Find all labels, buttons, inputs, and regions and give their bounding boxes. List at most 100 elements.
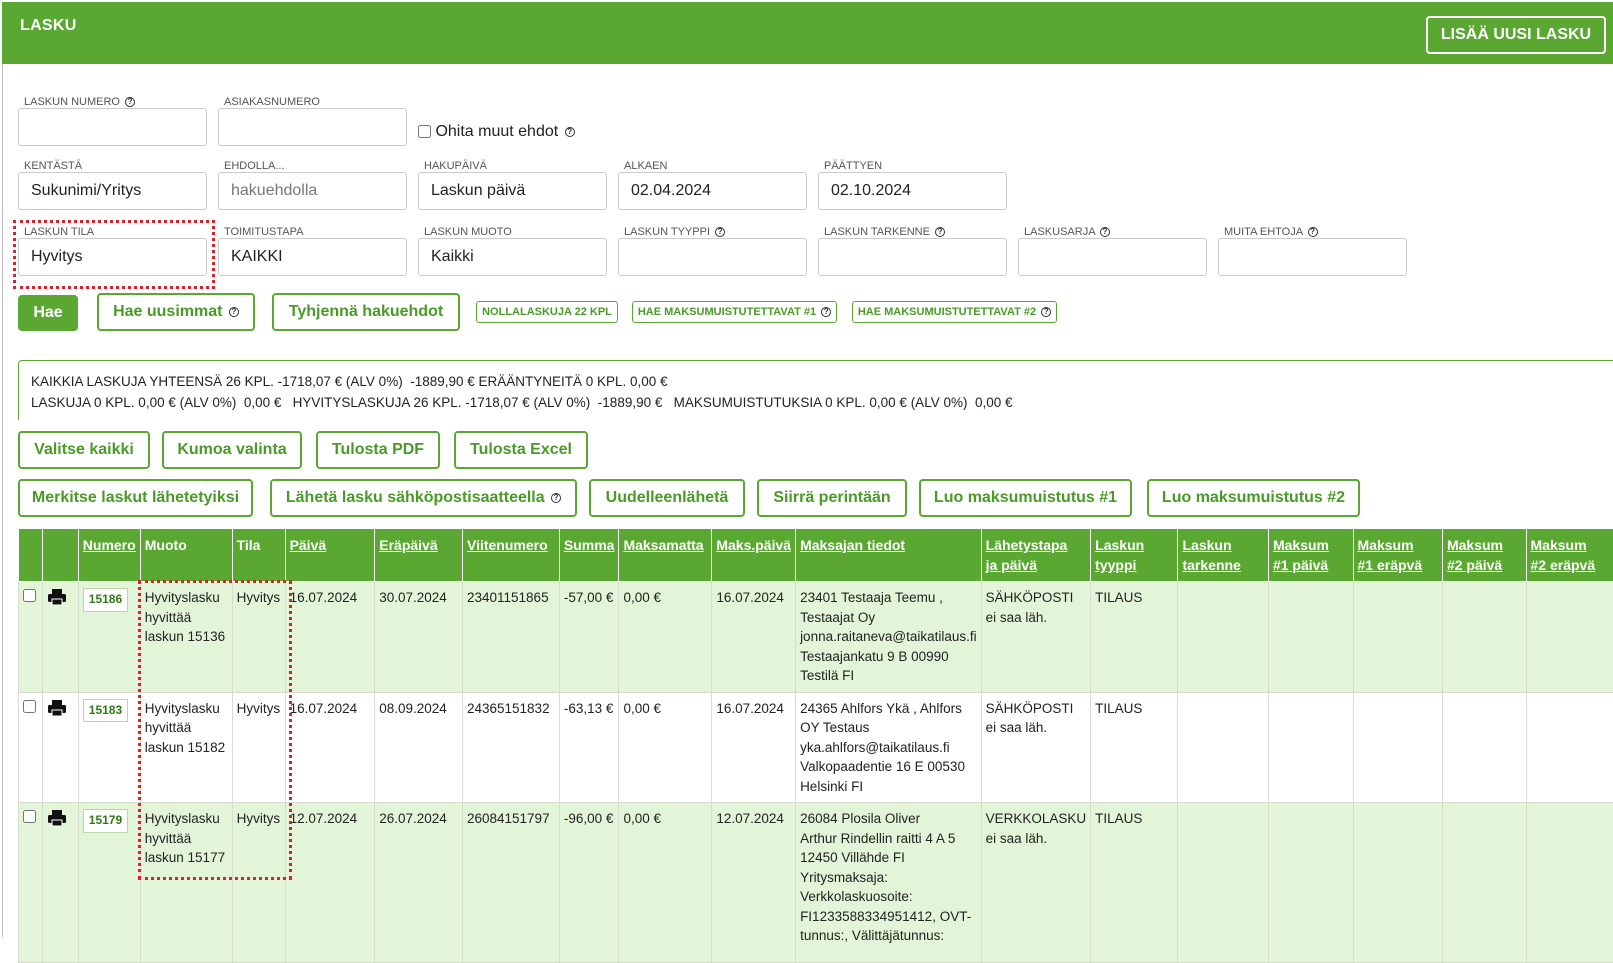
search-date-select[interactable]: Laskun päivä <box>418 172 607 210</box>
ignore-other-label: Ohita muut ehdot <box>435 123 558 140</box>
printer-icon[interactable] <box>47 699 67 717</box>
page-title: LASKU <box>20 17 77 35</box>
invoice-number-input[interactable] <box>18 108 207 146</box>
condition-label: EHDOLLA... <box>224 160 285 172</box>
send-email-button[interactable]: Lähetä lasku sähköpostisaatteella ? <box>270 479 577 517</box>
other-conditions-select[interactable] <box>1218 238 1407 276</box>
row-paiva: 12.07.2024 <box>285 803 375 963</box>
reminders-2-label: HAE MAKSUMUISTUTETTAVAT #2 <box>858 306 1036 318</box>
end-date-label: PÄÄTTYEN <box>824 160 882 172</box>
invoice-number-link[interactable]: 15183 <box>83 699 128 723</box>
row-maks-paiva: 16.07.2024 <box>712 582 796 693</box>
invoice-type-label: LASKUN TYYPPI <box>624 226 710 238</box>
row-paiva: 16.07.2024 <box>285 692 375 803</box>
reminders-1-button[interactable]: HAE MAKSUMUISTUTETTAVAT #1 ? <box>632 301 837 323</box>
field-from-field: KENTÄSTÄ Sukunimi/Yritys <box>18 160 207 210</box>
summary-line-2: LASKUJA 0 KPL. 0,00 € (ALV 0%) 0,00 € HY… <box>31 392 1605 413</box>
printer-icon[interactable] <box>47 588 67 606</box>
header-paiva[interactable]: Päivä <box>285 529 375 582</box>
other-conditions-field: MUITA EHTOJA ? <box>1218 226 1407 276</box>
invoice-series-select[interactable] <box>1018 238 1207 276</box>
header-maksamatta[interactable]: Maksamatta <box>619 529 712 582</box>
row-maksamatta: 0,00 € <box>619 692 712 803</box>
header-laskun-tarkenne[interactable]: Laskuntarkenne <box>1178 529 1268 582</box>
row-maks-paiva: 16.07.2024 <box>712 692 796 803</box>
end-date-input[interactable]: 02.10.2024 <box>818 172 1007 210</box>
header-tila: Tila <box>232 529 285 582</box>
header-summa[interactable]: Summa <box>559 529 619 582</box>
resend-button[interactable]: Uudelleenlähetä <box>589 479 745 517</box>
create-reminder-1-button[interactable]: Luo maksumuistutus #1 <box>919 479 1132 517</box>
send-to-collection-button[interactable]: Siirrä perintään <box>757 479 907 517</box>
top-bar: LASKU LISÄÄ UUSI LASKU <box>2 2 1613 64</box>
header-erapaiva[interactable]: Eräpäivä <box>375 529 463 582</box>
delivery-method-select[interactable]: KAIKKI <box>218 238 407 276</box>
invoice-format-label: LASKUN MUOTO <box>424 226 512 238</box>
field-from-label: KENTÄSTÄ <box>24 160 82 172</box>
condition-input[interactable]: hakuehdolla <box>218 172 407 210</box>
header-m2-paiva[interactable]: Maksum#2 päivä <box>1442 529 1526 582</box>
row-checkbox[interactable] <box>23 810 36 823</box>
help-icon[interactable]: ? <box>565 127 575 137</box>
print-pdf-button[interactable]: Tulosta PDF <box>316 431 440 469</box>
reminders-2-button[interactable]: HAE MAKSUMUISTUTETTAVAT #2 ? <box>852 301 1057 323</box>
highlight-box-status <box>13 220 215 289</box>
end-date-field: PÄÄTTYEN 02.10.2024 <box>818 160 1007 210</box>
invoice-number-link[interactable]: 15186 <box>83 588 128 612</box>
row-maksaja: 26084 Plosila OliverArthur Rindellin rai… <box>796 803 982 963</box>
row-checkbox[interactable] <box>23 700 36 713</box>
header-select <box>19 529 43 582</box>
highlight-box-columns <box>138 580 292 880</box>
search-date-label: HAKUPÄIVÄ <box>424 160 487 172</box>
undo-selection-button[interactable]: Kumoa valinta <box>162 431 302 469</box>
help-icon[interactable]: ? <box>1308 227 1318 237</box>
invoice-number-link[interactable]: 15179 <box>83 809 128 833</box>
header-m2-erapva[interactable]: Maksum#2 eräpvä <box>1526 529 1613 582</box>
header-m1-paiva[interactable]: Maksum#1 päivä <box>1268 529 1353 582</box>
header-laskun-tyyppi[interactable]: Laskuntyyppi <box>1091 529 1178 582</box>
help-icon[interactable]: ? <box>935 227 945 237</box>
zero-invoices-button[interactable]: NOLLALASKUJA 22 KPL <box>476 301 618 323</box>
clear-filters-button[interactable]: Tyhjennä hakuehdot <box>272 293 460 331</box>
invoice-format-select[interactable]: Kaikki <box>418 238 607 276</box>
print-excel-button[interactable]: Tulosta Excel <box>454 431 588 469</box>
help-icon[interactable]: ? <box>1100 227 1110 237</box>
header-muoto: Muoto <box>140 529 232 582</box>
row-checkbox[interactable] <box>23 589 36 602</box>
invoice-specifier-select[interactable] <box>818 238 1007 276</box>
customer-number-label: ASIAKASNUMERO <box>224 96 320 108</box>
row-tyyppi: TILAUS <box>1091 692 1178 803</box>
help-icon: ? <box>1041 307 1051 317</box>
field-from-select[interactable]: Sukunimi/Yritys <box>18 172 207 210</box>
mark-sent-button[interactable]: Merkitse laskut lähetetyiksi <box>18 479 253 517</box>
condition-field: EHDOLLA... hakuehdolla <box>218 160 407 210</box>
create-reminder-2-button[interactable]: Luo maksumuistutus #2 <box>1147 479 1360 517</box>
select-all-button[interactable]: Valitse kaikki <box>18 431 150 469</box>
customer-number-field: ASIAKASNUMERO <box>218 96 407 146</box>
search-button[interactable]: Hae <box>18 295 78 331</box>
customer-number-input[interactable] <box>218 108 407 146</box>
row-lahetystapa: VERKKOLASKUei saa läh. <box>981 803 1091 963</box>
start-date-input[interactable]: 02.04.2024 <box>618 172 807 210</box>
row-maksaja: 24365 Ahlfors Ykä , AhlforsOY Testausyka… <box>796 692 982 803</box>
row-erapaiva: 30.07.2024 <box>375 582 463 693</box>
row-erapaiva: 08.09.2024 <box>375 692 463 803</box>
header-maksajan-tiedot[interactable]: Maksajan tiedot <box>796 529 982 582</box>
row-summa: -96,00 € <box>559 803 619 963</box>
send-email-label: Lähetä lasku sähköpostisaatteella <box>286 489 545 506</box>
row-summa: -63,13 € <box>559 692 619 803</box>
add-invoice-button[interactable]: LISÄÄ UUSI LASKU <box>1426 16 1606 54</box>
search-newest-button[interactable]: Hae uusimmat ? <box>97 293 255 331</box>
help-icon[interactable]: ? <box>125 97 135 107</box>
invoice-type-select[interactable] <box>618 238 807 276</box>
header-numero[interactable]: Numero <box>78 529 140 582</box>
printer-icon[interactable] <box>47 809 67 827</box>
header-lahetystapa[interactable]: Lähetystapaja päivä <box>981 529 1091 582</box>
help-icon[interactable]: ? <box>715 227 725 237</box>
header-m1-erapva[interactable]: Maksum#1 eräpvä <box>1353 529 1442 582</box>
ignore-other-checkbox[interactable] <box>418 125 431 138</box>
help-icon: ? <box>551 493 561 503</box>
header-viitenumero[interactable]: Viitenumero <box>462 529 559 582</box>
header-maks-paiva[interactable]: Maks.päivä <box>712 529 796 582</box>
search-newest-label: Hae uusimmat <box>113 303 222 320</box>
